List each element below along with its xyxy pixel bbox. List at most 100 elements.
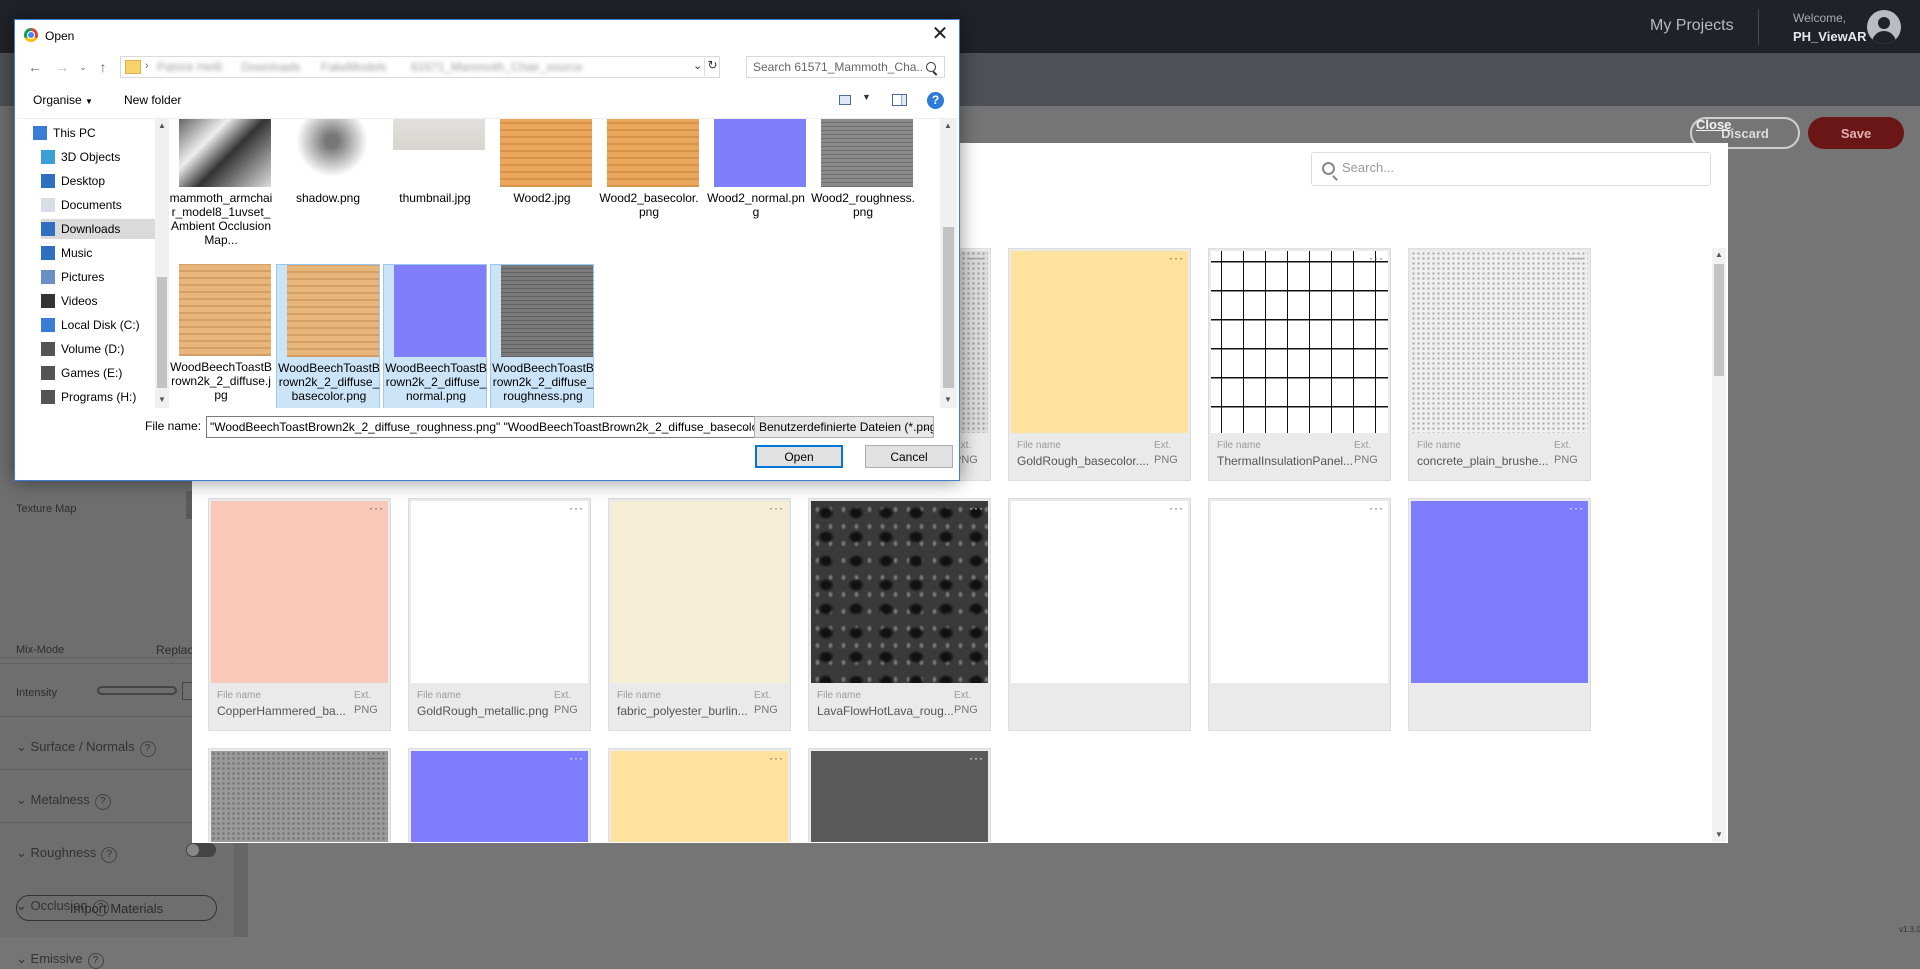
texture-card[interactable]: ··· File name LavaFlowHotLava_roug... Ext. P… <box>808 498 991 731</box>
import-materials-button[interactable]: Import Materials <box>16 895 217 921</box>
file-list-scrollbar[interactable]: ▲ ▼ <box>940 119 957 408</box>
section-emissive[interactable]: ⌄ Emissive? <box>16 951 104 969</box>
file-item[interactable]: shadow.png <box>276 119 380 243</box>
more-options-icon[interactable]: ··· <box>969 752 984 764</box>
texture-card[interactable]: ··· <box>1408 498 1591 731</box>
section-surface-normals[interactable]: ⌄ Surface / Normals? <box>16 739 156 757</box>
help-icon[interactable]: ? <box>139 741 156 757</box>
texture-grid-scrollbar[interactable]: ▲ ▼ <box>1712 248 1726 842</box>
scroll-up-icon[interactable]: ▲ <box>1715 250 1723 259</box>
up-arrow-icon[interactable]: ↑ <box>93 57 113 77</box>
more-options-icon[interactable]: ··· <box>1169 502 1184 514</box>
organise-menu[interactable]: Organise ▼ <box>33 93 93 107</box>
tree-item[interactable]: Music <box>41 243 155 263</box>
open-button[interactable]: Open <box>755 445 843 468</box>
file-name-input[interactable]: "WoodBeechToastBrown2k_2_diffuse_roughne… <box>206 416 757 438</box>
tree-item[interactable]: Games (E:) <box>41 363 155 383</box>
tree-item[interactable]: Volume (D:) <box>41 339 155 359</box>
help-icon[interactable]: ? <box>94 794 111 810</box>
save-button[interactable]: Save <box>1808 117 1904 149</box>
my-projects-link[interactable]: My Projects <box>1650 17 1734 35</box>
texture-card[interactable]: ··· <box>808 748 991 842</box>
texture-card[interactable]: ··· <box>1208 498 1391 731</box>
more-options-icon[interactable]: ··· <box>369 502 384 514</box>
tree-item[interactable]: Programs (H:) <box>41 387 155 407</box>
texture-card[interactable]: ··· File name CopperHammered_ba... Ext. PNG <box>208 498 391 731</box>
more-options-icon[interactable]: ··· <box>1569 252 1584 264</box>
texture-card[interactable]: ··· File name ThermalInsulationPanel... Ext… <box>1208 248 1391 481</box>
breadcrumb-segment[interactable]: 61571_Mammoth_Chair_source <box>411 60 582 74</box>
breadcrumb-segment[interactable]: Downloads <box>241 60 300 74</box>
file-item[interactable]: Wood2.jpg <box>490 119 594 243</box>
file-item[interactable]: mammoth_armchair_model8_1uvset_Ambient O… <box>169 119 273 247</box>
emissive-toggle[interactable] <box>186 843 216 857</box>
tree-item[interactable]: This PC <box>33 123 147 143</box>
help-icon[interactable]: ? <box>87 953 104 969</box>
more-options-icon[interactable]: ··· <box>1369 502 1384 514</box>
texture-card[interactable]: ··· <box>208 748 391 842</box>
tree-item[interactable]: 3D Objects <box>41 147 155 167</box>
avatar-icon[interactable] <box>1867 10 1901 44</box>
tree-item[interactable]: Desktop <box>41 171 155 191</box>
dialog-titlebar[interactable]: Open ✕ <box>15 20 959 52</box>
file-item[interactable]: WoodBeechToastBrown2k_2_diffuse_basecolo… <box>276 264 380 408</box>
more-options-icon[interactable]: ··· <box>769 502 784 514</box>
address-bar[interactable]: › Patrick Heiß Downloads FakeModels 6157… <box>120 56 720 78</box>
texture-card[interactable]: ··· <box>1008 498 1191 731</box>
more-options-icon[interactable]: ··· <box>1569 502 1584 514</box>
file-item[interactable]: Wood2_roughness.png <box>811 119 915 243</box>
file-item[interactable]: WoodBeechToastBrown2k_2_diffuse.jpg <box>169 264 273 408</box>
file-item[interactable]: Wood2_basecolor.png <box>597 119 701 243</box>
preview-pane-icon[interactable] <box>892 94 907 106</box>
file-item[interactable]: Wood2_normal.png <box>704 119 808 243</box>
folder-search[interactable] <box>746 56 945 78</box>
close-icon[interactable]: ✕ <box>927 23 953 47</box>
more-options-icon[interactable]: ··· <box>969 502 984 514</box>
refresh-icon[interactable]: ↻ <box>704 58 720 76</box>
tree-item[interactable]: Videos <box>41 291 155 311</box>
texture-card[interactable]: ··· <box>408 748 591 842</box>
file-type-select[interactable]: Benutzerdefinierte Dateien (*.png <box>754 416 934 438</box>
tree-item[interactable]: Documents <box>41 195 155 215</box>
tree-item[interactable]: Pictures <box>41 267 155 287</box>
help-icon[interactable]: ? <box>101 847 118 863</box>
more-options-icon[interactable]: ··· <box>569 502 584 514</box>
more-options-icon[interactable]: ··· <box>1169 252 1184 264</box>
file-name-dropdown-icon[interactable]: ⌄ <box>743 422 751 433</box>
file-type-dropdown-icon[interactable]: ⌄ <box>922 422 930 433</box>
texture-card[interactable]: ··· File name GoldRough_metallic.png Ext. PN… <box>408 498 591 731</box>
recent-locations-icon[interactable]: ⌄ <box>73 57 93 77</box>
mix-mode-select[interactable]: Replac <box>156 643 194 658</box>
folder-search-input[interactable] <box>753 60 923 74</box>
texture-search[interactable] <box>1311 152 1711 186</box>
more-options-icon[interactable]: ··· <box>769 752 784 764</box>
more-options-icon[interactable]: ··· <box>969 252 984 264</box>
more-options-icon[interactable]: ··· <box>569 752 584 764</box>
more-options-icon[interactable]: ··· <box>1369 252 1384 264</box>
view-dropdown-icon[interactable]: ▼ <box>862 92 871 102</box>
breadcrumb-segment[interactable]: FakeModels <box>321 60 386 74</box>
scroll-thumb[interactable] <box>1714 264 1724 376</box>
texture-card[interactable]: ··· <box>608 748 791 842</box>
forward-arrow-icon[interactable]: → <box>52 57 72 77</box>
close-modal-link[interactable]: Close <box>1696 117 1731 132</box>
section-roughness[interactable]: ⌄ Roughness? <box>16 845 118 863</box>
view-icon[interactable] <box>839 95 851 105</box>
cancel-button[interactable]: Cancel <box>865 445 953 468</box>
file-item[interactable]: WoodBeechToastBrown2k_2_diffuse_normal.p… <box>383 264 487 408</box>
texture-card[interactable]: ··· File name fabric_polyester_burlin... Ex… <box>608 498 791 731</box>
texture-search-input[interactable] <box>1342 160 1692 175</box>
back-arrow-icon[interactable]: ← <box>25 57 45 77</box>
file-item[interactable]: thumbnail.jpg <box>383 119 487 243</box>
new-folder-button[interactable]: New folder <box>124 93 181 107</box>
intensity-slider[interactable] <box>97 686 177 695</box>
file-item[interactable]: WoodBeechToastBrown2k_2_diffuse_roughnes… <box>490 264 594 408</box>
address-dropdown-icon[interactable]: ⌄ <box>693 59 702 72</box>
texture-card[interactable]: ··· File name concrete_plain_brushe... Ext.… <box>1408 248 1591 481</box>
tree-item[interactable]: Downloads <box>41 219 155 239</box>
breadcrumb-segment[interactable]: Patrick Heiß <box>157 60 222 74</box>
more-options-icon[interactable]: ··· <box>369 752 384 764</box>
texture-card[interactable]: ··· File name GoldRough_basecolor.... Ext. P… <box>1008 248 1191 481</box>
section-metalness[interactable]: ⌄ Metalness? <box>16 792 111 810</box>
tree-item[interactable]: Local Disk (C:) <box>41 315 155 335</box>
